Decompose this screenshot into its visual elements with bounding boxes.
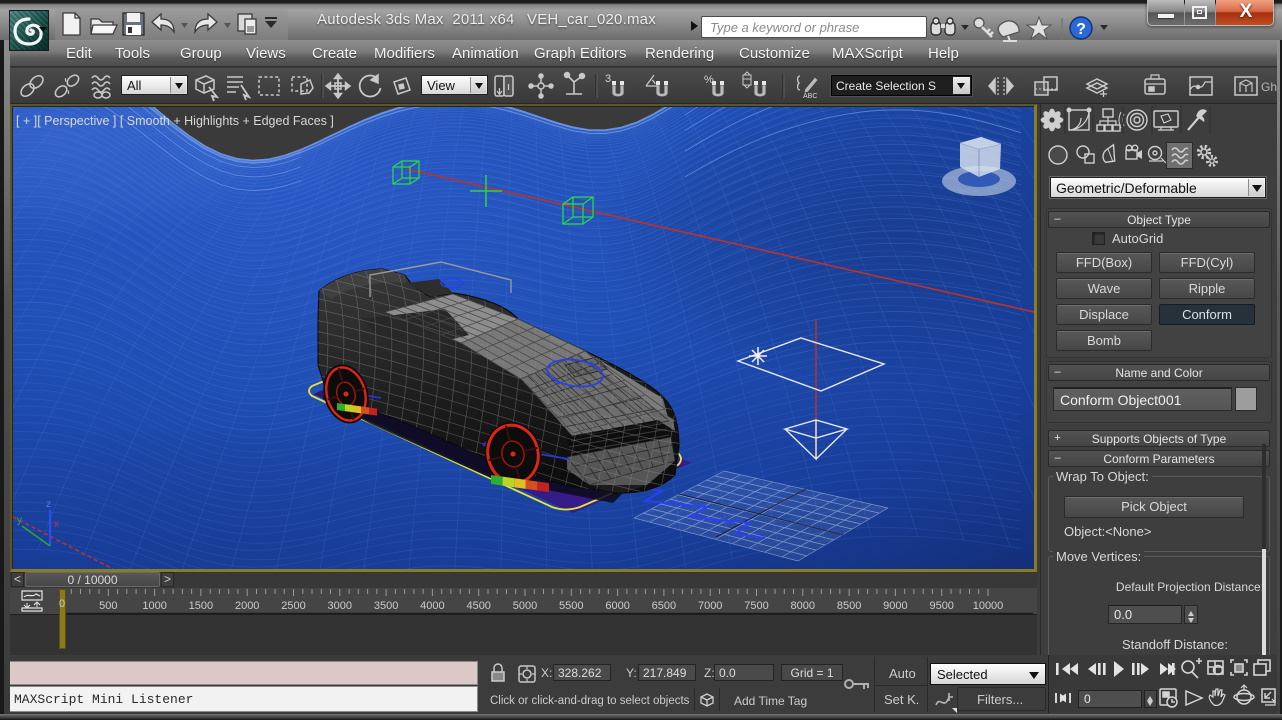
svg-text:8500: 8500 xyxy=(837,600,861,612)
svg-text:z: z xyxy=(46,499,51,510)
svg-text:9000: 9000 xyxy=(883,600,907,612)
svg-text:3000: 3000 xyxy=(328,600,352,612)
svg-text:7500: 7500 xyxy=(744,600,768,612)
svg-text:[ + ][ Perspective ] [ Smooth: [ + ][ Perspective ] [ Smooth + Highligh… xyxy=(16,114,334,128)
svg-text:7000: 7000 xyxy=(698,600,722,612)
svg-text:y: y xyxy=(17,515,22,526)
svg-text:3: 3 xyxy=(605,73,611,85)
svg-text:1500: 1500 xyxy=(189,600,213,612)
svg-text:?: ? xyxy=(1076,21,1086,38)
svg-text:5500: 5500 xyxy=(559,600,583,612)
svg-text:ABC: ABC xyxy=(803,93,817,100)
svg-text:4000: 4000 xyxy=(420,600,444,612)
svg-text:x: x xyxy=(54,519,59,530)
svg-text:5000: 5000 xyxy=(513,600,537,612)
svg-text:6500: 6500 xyxy=(652,600,676,612)
svg-text:500: 500 xyxy=(99,600,117,612)
svg-text:2500: 2500 xyxy=(281,600,305,612)
svg-text:6000: 6000 xyxy=(605,600,629,612)
svg-text:8000: 8000 xyxy=(791,600,815,612)
svg-text:2000: 2000 xyxy=(235,600,259,612)
svg-text:%: % xyxy=(704,74,714,86)
svg-text:1000: 1000 xyxy=(142,600,166,612)
svg-text:4500: 4500 xyxy=(466,600,490,612)
svg-text:3500: 3500 xyxy=(374,600,398,612)
svg-text:10000: 10000 xyxy=(973,600,1004,612)
svg-text:9500: 9500 xyxy=(929,600,953,612)
